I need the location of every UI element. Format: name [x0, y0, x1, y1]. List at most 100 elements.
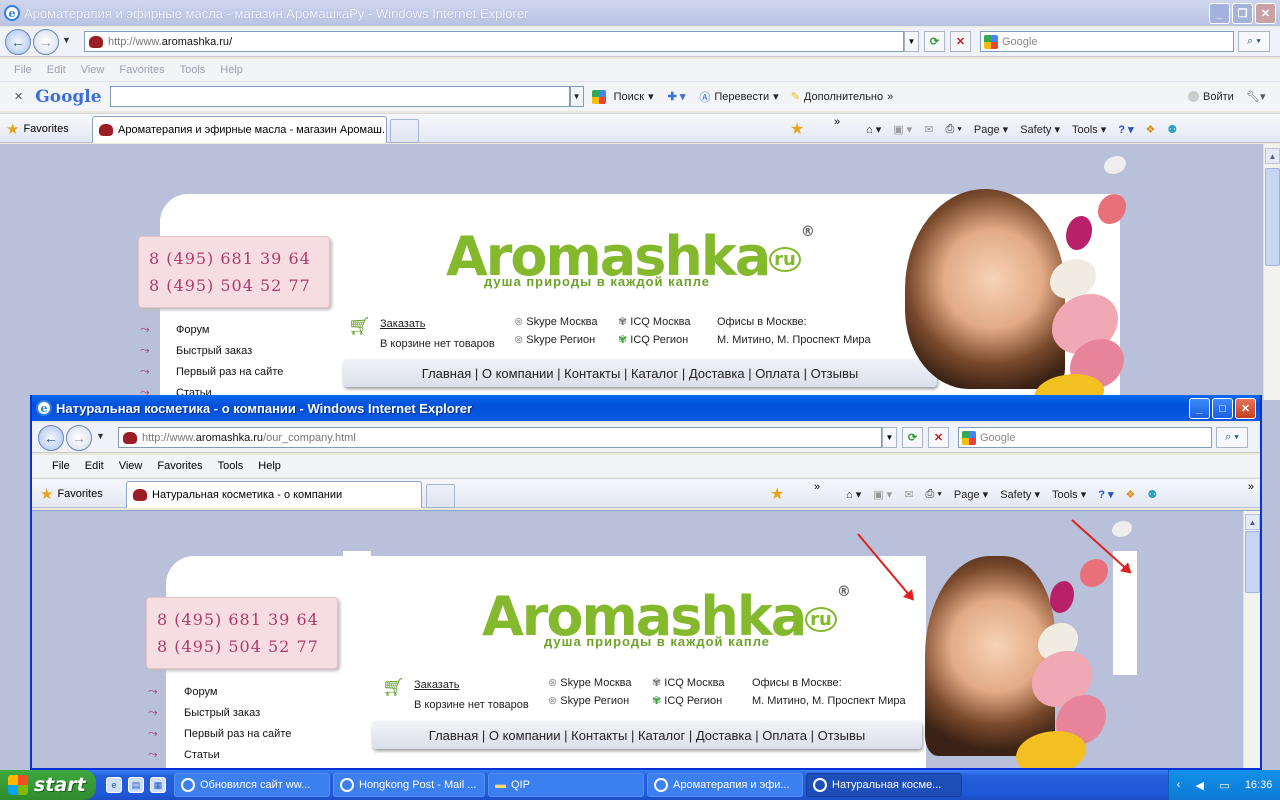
nav-payment[interactable]: Оплата: [762, 728, 807, 743]
icq-moscow[interactable]: ✾ ICQ Москва: [652, 674, 724, 692]
side-link-articles[interactable]: ⤳ Статьи: [148, 744, 291, 765]
close-toolbar-icon[interactable]: ✕: [14, 90, 23, 103]
side-link-forum[interactable]: ⤳ Форум: [148, 681, 291, 702]
print-icon[interactable]: ⎙ ▾: [925, 488, 941, 501]
network-icon[interactable]: ▭: [1219, 779, 1229, 792]
nav-payment[interactable]: Оплата: [755, 366, 800, 381]
login-button[interactable]: Войти: [1188, 91, 1234, 103]
menu-edit[interactable]: Edit: [85, 460, 104, 472]
nav-delivery[interactable]: Доставка: [689, 366, 745, 381]
side-link-first-time[interactable]: ⤳ Первый раз на сайте: [140, 361, 283, 382]
taskbar-item-hongkong-post[interactable]: Hongkong Post - Mail ...: [333, 773, 485, 797]
forward-button[interactable]: →: [66, 425, 92, 451]
order-link[interactable]: Заказать: [414, 675, 529, 695]
address-bar[interactable]: http://www. aromashka.ru /: [84, 31, 904, 52]
chevron-icon[interactable]: »: [1248, 481, 1254, 493]
taskbar-item-aromatherapy[interactable]: Ароматерапия и эфи...: [647, 773, 803, 797]
stop-button[interactable]: ✕: [950, 31, 971, 52]
ie-icon[interactable]: e: [106, 777, 122, 793]
search-button[interactable]: ⌕ ▾: [1216, 427, 1248, 448]
favorites-button[interactable]: ★ Favorites: [40, 485, 103, 503]
add-favorites-icon[interactable]: ★: [770, 484, 784, 504]
mail-icon[interactable]: ✉: [904, 488, 913, 501]
icq-moscow[interactable]: ✾ ICQ Москва: [618, 313, 690, 331]
messenger-icon[interactable]: ⚉: [1147, 488, 1157, 501]
chevron-icon[interactable]: »: [814, 481, 820, 493]
search-input[interactable]: Google: [980, 31, 1234, 52]
page-menu[interactable]: Page ▾: [974, 123, 1008, 136]
menu-edit[interactable]: Edit: [47, 64, 66, 76]
skype-moscow[interactable]: ⊗ Skype Москва: [514, 313, 597, 331]
menu-tools[interactable]: Tools: [180, 64, 206, 76]
messenger-icon[interactable]: ⚉: [1167, 123, 1177, 136]
address-dropdown-icon[interactable]: ▼: [882, 427, 897, 448]
translate-button[interactable]: Ⓐ Перевести ▾: [699, 89, 778, 105]
menu-file[interactable]: File: [14, 64, 32, 76]
minimize-button[interactable]: _: [1189, 398, 1210, 419]
home-icon[interactable]: ⌂ ▾: [866, 123, 881, 136]
research-icon[interactable]: ❖: [1126, 488, 1136, 501]
feeds-icon[interactable]: ▣ ▾: [893, 123, 912, 136]
history-dropdown-icon[interactable]: ▼: [96, 431, 105, 441]
minimize-button[interactable]: _: [1209, 3, 1230, 24]
history-dropdown-icon[interactable]: ▼: [62, 35, 71, 45]
chevron-icon[interactable]: »: [834, 116, 840, 128]
vertical-scrollbar[interactable]: ▲: [1243, 511, 1260, 768]
menu-favorites[interactable]: Favorites: [119, 64, 164, 76]
add-favorites-icon[interactable]: ★: [790, 119, 804, 139]
menu-help[interactable]: Help: [220, 64, 243, 76]
refresh-button[interactable]: ⟳: [924, 31, 945, 52]
menu-tools[interactable]: Tools: [218, 460, 244, 472]
speaker-icon[interactable]: ◀︎: [1196, 779, 1204, 792]
address-dropdown-icon[interactable]: ▼: [904, 31, 919, 52]
tab-active[interactable]: Ароматерапия и эфирные масла - магазин А…: [92, 116, 387, 143]
back-button[interactable]: ←: [38, 425, 64, 451]
title-bar[interactable]: e Ароматерапия и эфирные масла - магазин…: [0, 0, 1280, 26]
search-button[interactable]: ⌕ ▾: [1238, 31, 1270, 52]
scroll-up-icon[interactable]: ▲: [1245, 514, 1260, 530]
google-search-button[interactable]: Поиск ▾: [591, 89, 654, 104]
side-link-first-time[interactable]: ⤳ Первый раз на сайте: [148, 723, 291, 744]
tools-menu[interactable]: Tools ▾: [1072, 123, 1106, 136]
skype-region[interactable]: ⊗ Skype Регион: [548, 692, 631, 710]
menu-view[interactable]: View: [81, 64, 105, 76]
nav-reviews[interactable]: Отзывы: [811, 366, 859, 381]
side-link-quick-order[interactable]: ⤳ Быстрый заказ: [140, 340, 283, 361]
nav-catalog[interactable]: Каталог: [631, 366, 678, 381]
skype-region[interactable]: ⊗ Skype Регион: [514, 331, 597, 349]
scroll-up-icon[interactable]: ▲: [1265, 148, 1280, 164]
forward-button[interactable]: →: [33, 29, 59, 55]
print-icon[interactable]: ⎙ ▾: [945, 123, 961, 136]
document-icon[interactable]: ▤: [128, 777, 144, 793]
feeds-icon[interactable]: ▣ ▾: [873, 488, 892, 501]
google-dropdown-icon[interactable]: ▼: [569, 86, 584, 107]
nav-home[interactable]: Главная: [429, 728, 478, 743]
close-button[interactable]: ✕: [1255, 3, 1276, 24]
menu-view[interactable]: View: [119, 460, 143, 472]
restore-button[interactable]: ❐: [1232, 3, 1253, 24]
scroll-thumb[interactable]: [1245, 531, 1260, 593]
taskbar-item-qip[interactable]: ▬ QIP: [488, 773, 644, 797]
page-menu[interactable]: Page ▾: [954, 488, 988, 501]
help-icon[interactable]: ? ▾: [1098, 488, 1113, 501]
new-tab-button[interactable]: [390, 119, 419, 143]
wrench-icon[interactable]: 🔧︎▾: [1246, 90, 1266, 103]
taskbar-item-site-update[interactable]: Обновился сайт ww...: [174, 773, 330, 797]
maximize-button[interactable]: □: [1212, 398, 1233, 419]
more-button[interactable]: ✎ Дополнительно »: [791, 90, 894, 104]
cart-icon[interactable]: 🛒︎: [348, 316, 371, 337]
nav-contacts[interactable]: Контакты: [564, 366, 620, 381]
address-bar[interactable]: http://www. aromashka.ru/our_company.html: [118, 427, 882, 448]
search-input[interactable]: Google: [958, 427, 1212, 448]
skype-moscow[interactable]: ⊗ Skype Москва: [548, 674, 631, 692]
nav-delivery[interactable]: Доставка: [696, 728, 752, 743]
menu-favorites[interactable]: Favorites: [157, 460, 202, 472]
order-link[interactable]: Заказать: [380, 314, 495, 334]
research-icon[interactable]: ❖: [1146, 123, 1156, 136]
back-button[interactable]: ←: [5, 29, 31, 55]
scroll-thumb[interactable]: [1265, 168, 1280, 266]
stop-button[interactable]: ✕: [928, 427, 949, 448]
nav-about[interactable]: О компании: [482, 366, 554, 381]
desktop-icon[interactable]: ▦: [150, 777, 166, 793]
mail-icon[interactable]: ✉: [924, 123, 933, 136]
